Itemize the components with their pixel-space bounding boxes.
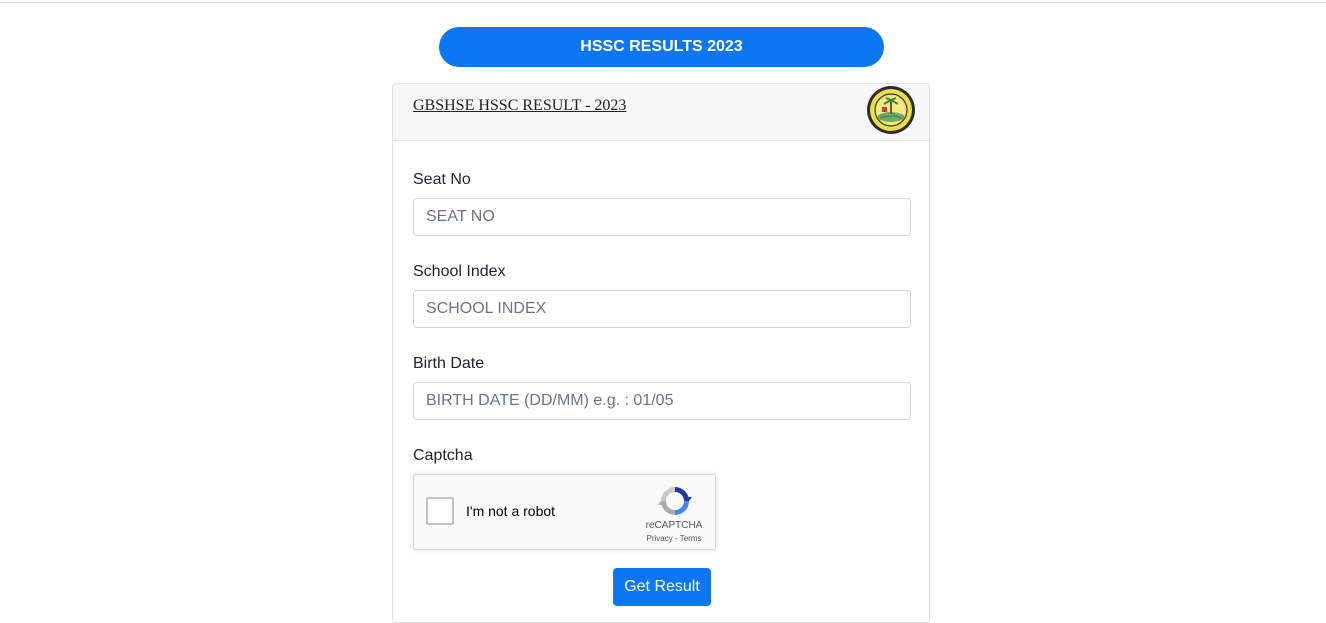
gbshse-seal-icon	[867, 86, 915, 134]
results-banner-button[interactable]: HSSC RESULTS 2023	[439, 27, 884, 67]
recaptcha-checkbox[interactable]	[426, 497, 454, 525]
recaptcha-terms-link[interactable]: Terms	[680, 534, 702, 543]
result-form-card: GBSHSE HSSC RESULT - 2023 Seat No School…	[392, 83, 930, 623]
birth-date-label: Birth Date	[413, 355, 485, 372]
recaptcha-link-separator: -	[672, 534, 680, 543]
seat-no-label: Seat No	[413, 171, 471, 188]
recaptcha-links: Privacy - Terms	[634, 534, 714, 543]
recaptcha-widget: I'm not a robot reCAPTCHA Privacy - Term…	[413, 474, 716, 550]
card-title: GBSHSE HSSC RESULT - 2023	[413, 97, 627, 114]
seat-no-input[interactable]	[413, 198, 911, 236]
results-banner-label: HSSC RESULTS 2023	[580, 38, 743, 55]
recaptcha-brand: reCAPTCHA	[645, 520, 703, 531]
birth-date-input[interactable]	[413, 382, 911, 420]
recaptcha-logo-icon	[658, 487, 692, 515]
recaptcha-privacy-link[interactable]: Privacy	[647, 534, 673, 543]
captcha-label: Captcha	[413, 447, 473, 464]
school-index-input[interactable]	[413, 290, 911, 328]
get-result-button[interactable]: Get Result	[613, 568, 711, 606]
recaptcha-checkbox-label: I'm not a robot	[466, 503, 556, 519]
top-divider	[0, 2, 1326, 3]
school-index-label: School Index	[413, 263, 506, 280]
card-header: GBSHSE HSSC RESULT - 2023	[393, 84, 929, 141]
